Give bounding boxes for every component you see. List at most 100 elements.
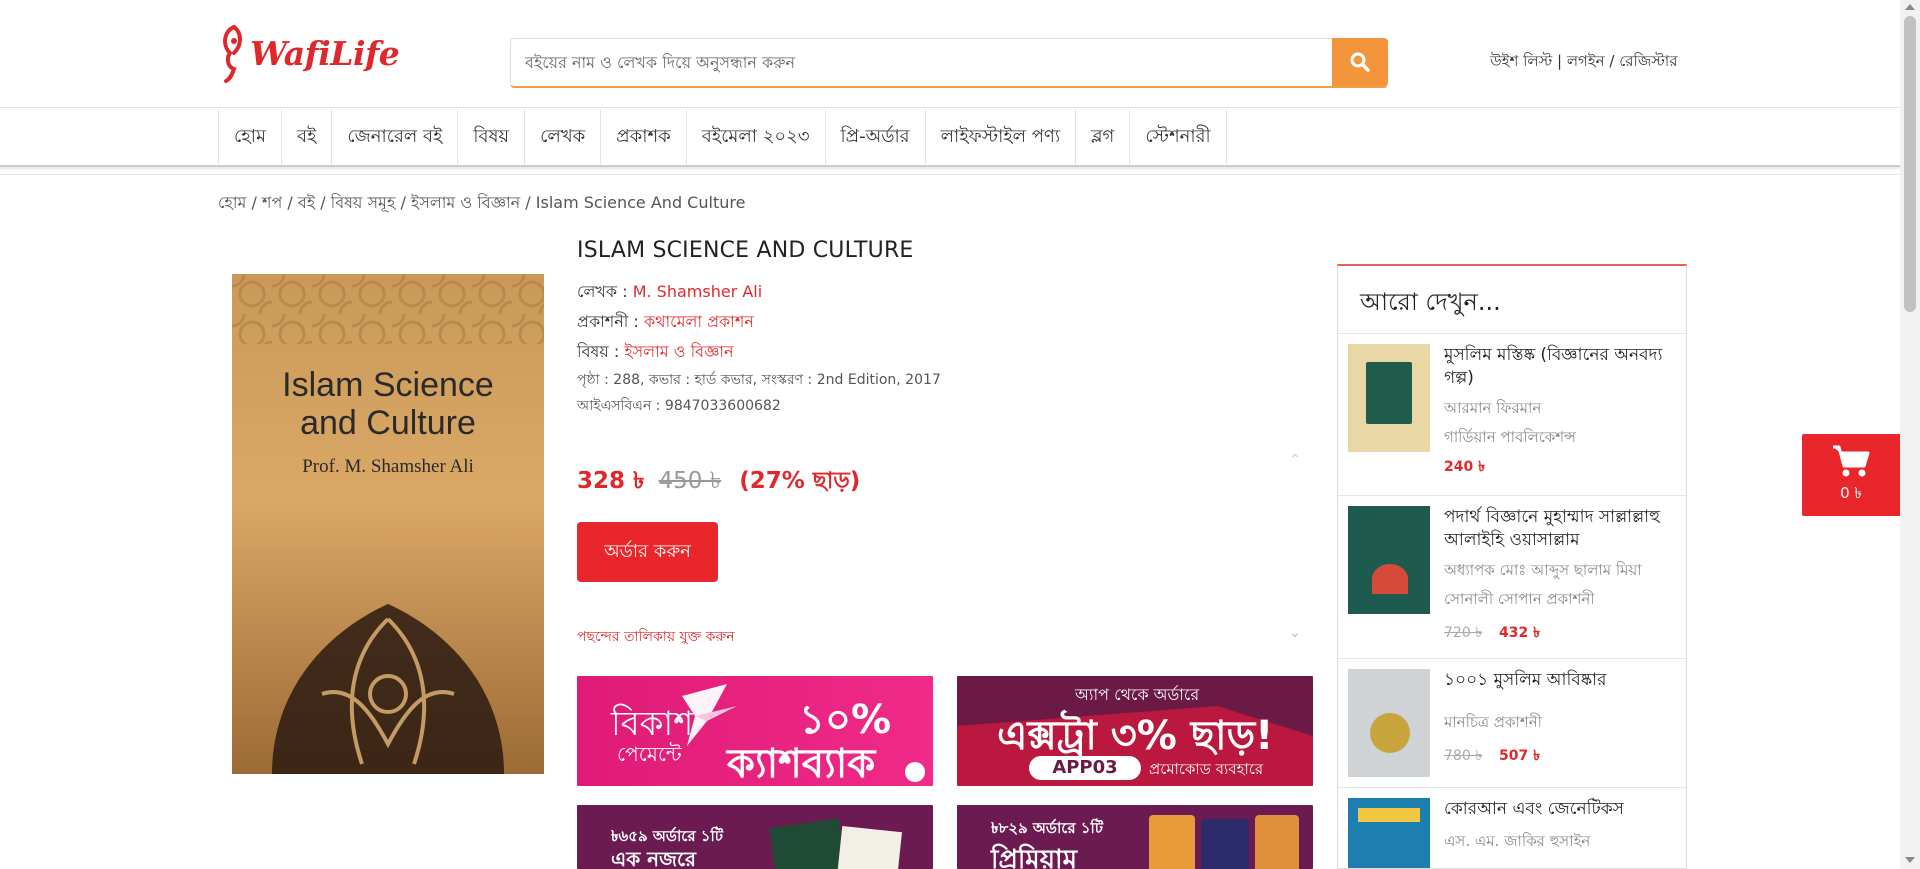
price: 507 ৳	[1499, 748, 1541, 764]
book-price: 240 ৳	[1444, 455, 1674, 479]
scrollbar-thumb[interactable]	[1904, 16, 1916, 312]
book-thumbnail[interactable]	[1348, 669, 1430, 777]
sidebar-heading: আরো দেখুন...	[1338, 266, 1686, 334]
separator: |	[1557, 52, 1567, 70]
nav-item-stationery[interactable]: স্টেশনারী	[1130, 109, 1227, 165]
book-graphic	[1201, 819, 1249, 869]
publisher-link[interactable]: কথামেলা প্রকাশন	[644, 312, 754, 331]
old-price: 450 ৳	[658, 468, 722, 494]
nav-item-pre-order[interactable]: প্রি-অর্ডার	[826, 109, 926, 165]
book-info: মুসলিম মস্তিষ্ক (বিজ্ঞানের অনবদ্য গল্প) …	[1444, 344, 1674, 479]
related-books-sidebar: আরো দেখুন... মুসলিম মস্তিষ্ক (বিজ্ঞানের …	[1337, 264, 1687, 869]
nav-item-general-books[interactable]: জেনারেল বই	[332, 109, 459, 165]
publisher-label: প্রকাশনী :	[577, 312, 639, 331]
nav-item-books[interactable]: বই	[282, 109, 333, 165]
app-discount-banner[interactable]: অ্যাপ থেকে অর্ডারে এক্সট্রা ৩% ছাড়! APP…	[957, 676, 1313, 786]
book-graphic	[1149, 815, 1195, 869]
product-details: ISLAM SCIENCE AND CULTURE লেখক : M. Sham…	[577, 238, 1317, 645]
nav-item-lifestyle[interactable]: লাইফস্টাইল পণ্য	[926, 109, 1077, 165]
order-button[interactable]: অর্ডার করুন	[577, 522, 718, 582]
book-title[interactable]: মুসলিম মস্তিষ্ক (বিজ্ঞানের অনবদ্য গল্প)	[1444, 344, 1674, 390]
breadcrumb-books[interactable]: বই	[298, 193, 315, 212]
cover-title-line1: Islam Science	[282, 366, 494, 404]
logo[interactable]: WafiLife	[220, 22, 400, 84]
book-info: পদার্থ বিজ্ঞানে মুহাম্মাদ সাল্লাল্লাহু আ…	[1444, 506, 1674, 645]
nav-item-book-fair[interactable]: বইমেলা ২০২৩	[687, 109, 826, 165]
pointer-icon	[905, 762, 925, 782]
publisher-row: প্রকাশনী : কথামেলা প্রকাশন	[577, 307, 1317, 337]
old-price: 780 ৳	[1444, 748, 1483, 764]
breadcrumb-current: Islam Science And Culture	[535, 193, 746, 212]
search-bar	[510, 38, 1388, 88]
thumbnail-art	[1358, 808, 1420, 822]
product-specs: পৃষ্ঠা : 288, কভার : হার্ড কভার, সংস্করণ…	[577, 372, 941, 388]
register-link[interactable]: রেজিস্টার	[1619, 52, 1677, 70]
author-label: লেখক :	[577, 282, 628, 301]
book-author: অধ্যাপক মোঃ আব্দুস ছালাম মিয়া	[1444, 561, 1642, 579]
cover-author: Prof. M. Shamsher Ali	[302, 456, 474, 477]
current-price: 328 ৳	[577, 468, 645, 494]
floating-cart-button[interactable]: 0 ৳	[1802, 434, 1900, 516]
promo-code: APP03	[1029, 756, 1141, 780]
promo-banner-659[interactable]: ৳৬৫৯ অর্ডারে ১টি এক নজরে	[577, 805, 933, 869]
book-graphic	[769, 818, 847, 869]
author-link[interactable]: M. Shamsher Ali	[633, 282, 762, 301]
promo-title-text: প্রিমিয়াম	[991, 845, 1078, 869]
search-button[interactable]	[1332, 38, 1388, 86]
main-navigation: হোম বই জেনারেল বই বিষয় লেখক প্রকাশক বইম…	[0, 109, 1900, 167]
book-thumbnail[interactable]	[1348, 798, 1430, 868]
old-price: 720 ৳	[1444, 625, 1483, 641]
breadcrumb-islam-science[interactable]: ইসলাম ও বিজ্ঞান	[411, 193, 520, 212]
bkash-cashback-banner[interactable]: বিকাশ পেমেন্টে ১০% ক্যাশব্যাক	[577, 676, 933, 786]
book-title[interactable]: কোরআন এবং জেনেটিকস	[1444, 798, 1674, 821]
breadcrumb-shop[interactable]: শপ	[262, 193, 282, 212]
book-author: এস. এম. জাকির হুসাইন	[1444, 832, 1591, 850]
logo-mark-icon	[223, 25, 242, 83]
price: 240 ৳	[1444, 459, 1486, 475]
cart-amount: 0 ৳	[1840, 483, 1862, 502]
book-title[interactable]: পদার্থ বিজ্ঞানে মুহাম্মাদ সাল্লাল্লাহু আ…	[1444, 506, 1674, 552]
divider	[0, 174, 1900, 175]
breadcrumb: হোম / শপ / বই / বিষয় সমূহ / ইসলাম ও বিজ…	[218, 193, 746, 212]
nav-item-blog[interactable]: ব্লগ	[1076, 109, 1131, 165]
book-thumbnail[interactable]	[1348, 344, 1430, 452]
discount-badge: (27% ছাড়)	[739, 468, 861, 494]
product-isbn: আইএসবিএন : 9847033600682	[577, 398, 781, 414]
related-book-item[interactable]: কোরআন এবং জেনেটিকস এস. এম. জাকির হুসাইন	[1338, 788, 1686, 868]
subject-label: বিষয় :	[577, 342, 620, 361]
search-input[interactable]	[511, 39, 1332, 86]
scroll-up-arrow-icon[interactable]	[1905, 4, 1915, 10]
page-scrollbar[interactable]	[1900, 0, 1920, 869]
nav-item-publishers[interactable]: প্রকাশক	[601, 109, 687, 165]
promo-banner-829[interactable]: ৳৮২৯ অর্ডারে ১টি প্রিমিয়াম	[957, 805, 1313, 869]
breadcrumb-home[interactable]: হোম	[218, 193, 246, 212]
related-book-item[interactable]: মুসলিম মস্তিষ্ক (বিজ্ঞানের অনবদ্য গল্প) …	[1338, 334, 1686, 496]
login-link[interactable]: লগইন	[1567, 52, 1605, 70]
book-cover-art: Islam Science and Culture Prof. M. Shams…	[232, 274, 544, 774]
wishlist-link[interactable]: উইশ লিস্ট	[1490, 52, 1552, 70]
related-book-item[interactable]: পদার্থ বিজ্ঞানে মুহাম্মাদ সাল্লাল্লাহু আ…	[1338, 496, 1686, 659]
add-to-wishlist-link[interactable]: পছন্দের তালিকায় যুক্ত করুন	[577, 625, 735, 649]
header: WafiLife উইশ লিস্ট | লগইন / রেজিস্টার	[0, 0, 1900, 108]
book-price: 720 ৳ 432 ৳	[1444, 621, 1674, 645]
shopping-cart-icon	[1833, 445, 1870, 476]
account-links: উইশ লিস্ট | লগইন / রেজিস্টার	[1490, 50, 1677, 75]
related-book-item[interactable]: ১০০১ মুসলিম আবিষ্কার মানচিত্র প্রকাশনী 7…	[1338, 659, 1686, 788]
product-title: ISLAM SCIENCE AND CULTURE	[577, 238, 914, 263]
book-thumbnail[interactable]	[1348, 506, 1430, 614]
nav-item-authors[interactable]: লেখক	[525, 109, 602, 165]
price: 432 ৳	[1499, 625, 1541, 641]
separator: /	[1609, 52, 1620, 70]
chevron-down-icon[interactable]: ⌄	[1289, 625, 1301, 641]
promo-title-text: এক নজরে	[611, 847, 697, 869]
nav-item-home[interactable]: হোম	[219, 109, 282, 165]
book-cover-image[interactable]: Islam Science and Culture Prof. M. Shams…	[232, 274, 544, 774]
book-title[interactable]: ১০০১ মুসলিম আবিষ্কার	[1444, 669, 1674, 692]
book-graphic	[1255, 815, 1299, 869]
breadcrumb-subjects[interactable]: বিষয় সমূহ	[331, 193, 396, 212]
nav-item-subjects[interactable]: বিষয়	[458, 109, 526, 165]
chevron-up-icon[interactable]: ⌃	[1289, 452, 1301, 468]
subject-link[interactable]: ইসলাম ও বিজ্ঞান	[624, 342, 733, 361]
book-publisher: সোনালী সোপান প্রকাশনী	[1444, 590, 1595, 608]
scroll-down-arrow-icon[interactable]	[1905, 857, 1915, 863]
